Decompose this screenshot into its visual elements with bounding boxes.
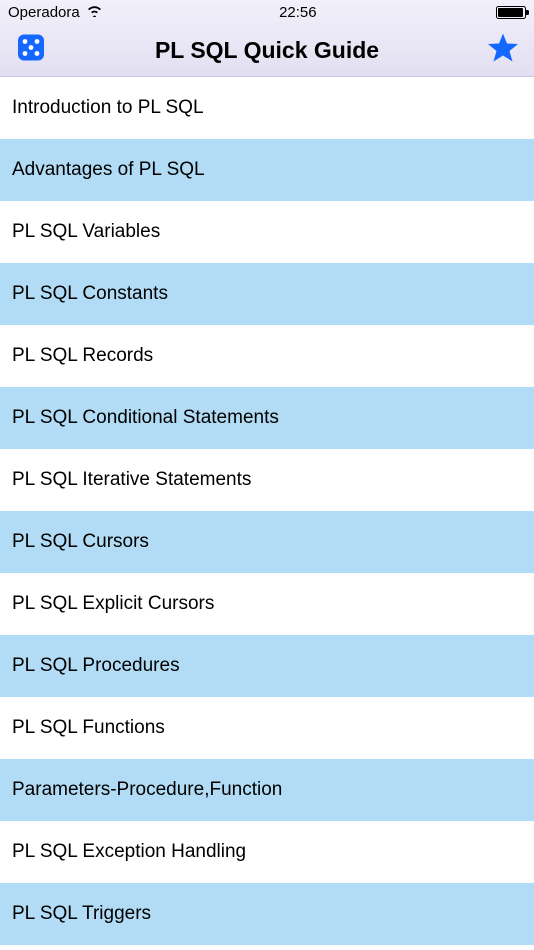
status-left: Operadora <box>8 4 103 21</box>
list-item[interactable]: Parameters-Procedure,Function <box>0 759 534 821</box>
list-item-label: PL SQL Iterative Statements <box>12 469 251 491</box>
list-item[interactable]: PL SQL Constants <box>0 263 534 325</box>
list-item[interactable]: PL SQL Records <box>0 325 534 387</box>
list-item[interactable]: PL SQL Triggers <box>0 883 534 945</box>
wifi-icon <box>86 4 103 21</box>
list-item[interactable]: PL SQL Variables <box>0 201 534 263</box>
star-icon[interactable] <box>486 31 520 70</box>
status-right <box>493 6 526 19</box>
topic-list: Introduction to PL SQL Advantages of PL S… <box>0 77 534 945</box>
list-item[interactable]: PL SQL Functions <box>0 697 534 759</box>
list-item-label: PL SQL Triggers <box>12 903 151 925</box>
list-item[interactable]: PL SQL Exception Handling <box>0 821 534 883</box>
carrier-label: Operadora <box>8 4 80 21</box>
clock-label: 22:56 <box>279 4 317 21</box>
list-item-label: PL SQL Functions <box>12 717 165 739</box>
list-item[interactable]: Advantages of PL SQL <box>0 139 534 201</box>
list-item[interactable]: PL SQL Explicit Cursors <box>0 573 534 635</box>
list-item-label: Introduction to PL SQL <box>12 97 204 119</box>
list-item[interactable]: PL SQL Conditional Statements <box>0 387 534 449</box>
list-item-label: Advantages of PL SQL <box>12 159 205 181</box>
list-item[interactable]: PL SQL Iterative Statements <box>0 449 534 511</box>
list-item-label: PL SQL Cursors <box>12 531 149 553</box>
list-item[interactable]: Introduction to PL SQL <box>0 77 534 139</box>
list-item-label: Parameters-Procedure,Function <box>12 779 282 801</box>
list-item-label: PL SQL Records <box>12 345 153 367</box>
list-item-label: PL SQL Exception Handling <box>12 841 246 863</box>
list-item[interactable]: PL SQL Procedures <box>0 635 534 697</box>
status-bar: Operadora 22:56 <box>0 0 534 24</box>
battery-icon <box>496 6 526 19</box>
nav-bar: PL SQL Quick Guide <box>0 24 534 77</box>
list-item-label: PL SQL Explicit Cursors <box>12 593 214 615</box>
list-item-label: PL SQL Procedures <box>12 655 180 677</box>
list-item-label: PL SQL Constants <box>12 283 168 305</box>
dice-icon[interactable] <box>14 31 48 70</box>
list-item-label: PL SQL Conditional Statements <box>12 407 279 429</box>
list-item[interactable]: PL SQL Cursors <box>0 511 534 573</box>
page-title: PL SQL Quick Guide <box>155 37 379 64</box>
list-item-label: PL SQL Variables <box>12 221 160 243</box>
